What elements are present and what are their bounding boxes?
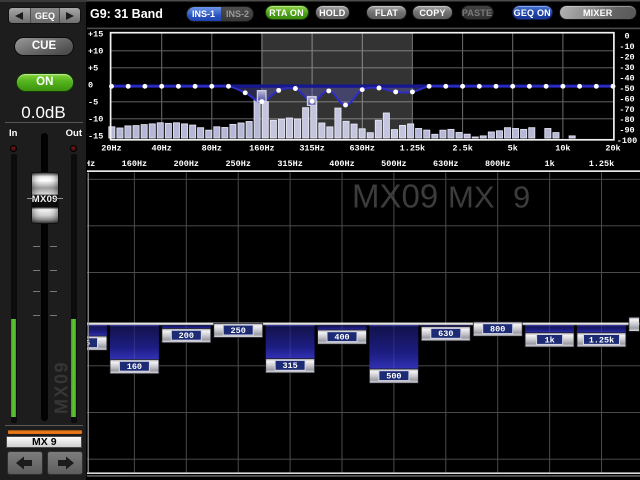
svg-text:-5: -5	[88, 98, 98, 108]
svg-text:500Hz: 500Hz	[381, 159, 407, 169]
svg-text:160: 160	[127, 362, 142, 372]
svg-text:800: 800	[490, 325, 505, 335]
svg-text:400Hz: 400Hz	[329, 159, 355, 169]
svg-text:250: 250	[231, 326, 246, 336]
svg-text:20Hz: 20Hz	[101, 143, 121, 153]
svg-text:200: 200	[179, 331, 194, 341]
svg-text:9: 9	[513, 180, 530, 215]
svg-text:0: 0	[624, 32, 629, 42]
svg-text:0: 0	[88, 81, 93, 91]
svg-text:-50: -50	[619, 84, 634, 94]
svg-text:800Hz: 800Hz	[485, 159, 511, 169]
svg-text:-90: -90	[619, 126, 634, 136]
svg-text:160Hz: 160Hz	[122, 159, 148, 169]
svg-text:MX09: MX09	[352, 178, 438, 215]
svg-text:-20: -20	[619, 53, 634, 63]
svg-text:630Hz: 630Hz	[349, 143, 375, 153]
svg-text:315Hz: 315Hz	[299, 143, 325, 153]
svg-text:-30: -30	[619, 63, 634, 73]
svg-text:250Hz: 250Hz	[225, 159, 251, 169]
svg-text:1.25k: 1.25k	[589, 335, 615, 345]
svg-text:40Hz: 40Hz	[151, 143, 171, 153]
svg-text:5k: 5k	[508, 143, 518, 153]
svg-text:+5: +5	[88, 64, 98, 74]
svg-text:125Hz: 125Hz	[87, 159, 95, 169]
svg-text:200Hz: 200Hz	[174, 159, 200, 169]
svg-text:-10: -10	[619, 42, 634, 52]
svg-text:80Hz: 80Hz	[202, 143, 222, 153]
svg-text:400: 400	[334, 333, 349, 343]
svg-text:10k: 10k	[555, 143, 570, 153]
svg-text:MX: MX	[448, 180, 495, 215]
svg-text:1.25k: 1.25k	[589, 159, 615, 169]
svg-text:20k: 20k	[605, 143, 620, 153]
svg-text:315: 315	[282, 361, 297, 371]
svg-text:-70: -70	[619, 105, 634, 115]
svg-text:+15: +15	[88, 30, 103, 40]
svg-text:500: 500	[386, 372, 401, 382]
svg-text:-15: -15	[88, 132, 103, 142]
svg-text:1k: 1k	[544, 159, 554, 169]
svg-text:-10: -10	[88, 115, 103, 125]
svg-text:315Hz: 315Hz	[277, 159, 303, 169]
svg-text:1.25k: 1.25k	[400, 143, 426, 153]
svg-text:1k: 1k	[544, 335, 554, 345]
svg-text:-80: -80	[619, 115, 634, 125]
svg-text:160Hz: 160Hz	[249, 143, 275, 153]
svg-text:2.5k: 2.5k	[452, 143, 472, 153]
svg-text:630: 630	[438, 329, 453, 339]
svg-text:630Hz: 630Hz	[433, 159, 459, 169]
svg-text:-60: -60	[619, 94, 634, 104]
svg-text:+10: +10	[88, 47, 103, 57]
svg-text:-40: -40	[619, 73, 634, 83]
